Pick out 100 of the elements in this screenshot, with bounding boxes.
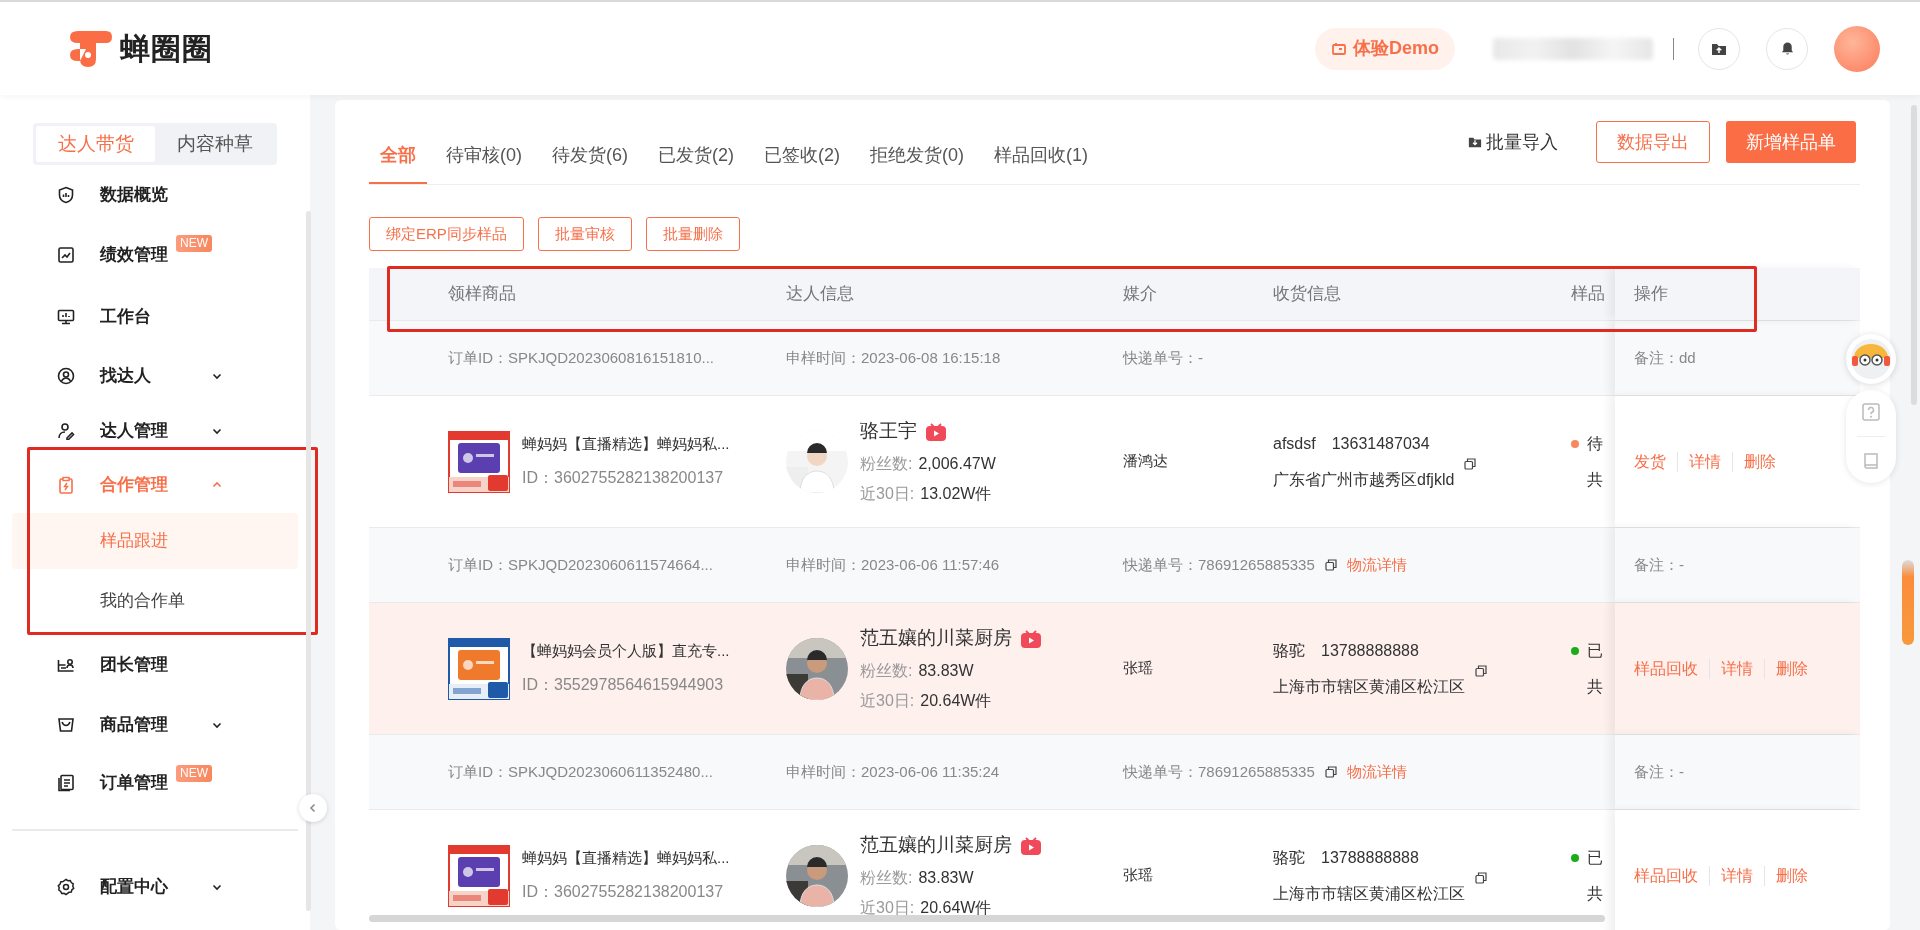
- order-id: 订单ID：SPKJQD2023060611352480...: [448, 761, 714, 782]
- scrollbar[interactable]: [1911, 105, 1917, 405]
- nav-item[interactable]: 订单管理 NEW: [0, 753, 310, 813]
- creator-name[interactable]: 骆王宇: [860, 417, 917, 446]
- bell-icon: [1779, 41, 1795, 56]
- user-edit-icon: [57, 421, 75, 440]
- creator-name[interactable]: 范五孃的川菜厨房: [860, 624, 1012, 653]
- receiver-name: 骆驼: [1273, 640, 1305, 661]
- bag-icon: [57, 716, 75, 734]
- agent-name: 张瑶: [1123, 865, 1154, 886]
- phone-number: 13631487034: [1331, 433, 1430, 454]
- book-icon[interactable]: [1861, 451, 1881, 471]
- column-header: 领样商品: [448, 284, 516, 304]
- nav-item[interactable]: 达人管理: [0, 404, 310, 457]
- nav-item[interactable]: 绩效管理 NEW: [0, 223, 310, 286]
- monitor-icon: [1331, 40, 1347, 57]
- receiver-name: afsdsf: [1273, 433, 1316, 454]
- follower-label: 粉丝数:: [860, 453, 913, 474]
- nav-item[interactable]: 找达人: [0, 348, 310, 404]
- status-text: 已: [1587, 640, 1603, 661]
- sales-label: 近30日:: [860, 483, 915, 504]
- product-id: ID：3552978564615944903: [522, 674, 725, 695]
- tracking-number: 快递单号：78691265885335: [1123, 761, 1315, 782]
- nav-item[interactable]: 团长管理: [0, 633, 310, 697]
- follower-label: 粉丝数:: [860, 660, 913, 681]
- follower-value: 2,006.47W: [918, 453, 996, 474]
- apply-time: 申样时间：2023-06-06 11:35:24: [786, 761, 1001, 782]
- nav-item[interactable]: 数据概览: [0, 167, 310, 223]
- scrollbar[interactable]: [306, 211, 311, 911]
- follower-value: 83.83W: [918, 867, 974, 888]
- address: 广东省广州市越秀区dfjkld: [1273, 469, 1455, 490]
- apply-time: 申样时间：2023-06-06 11:57:46: [786, 554, 1001, 575]
- column-header: 收货信息: [1273, 284, 1341, 304]
- follower-label: 粉丝数:: [860, 867, 913, 888]
- agent-name: 潘鸿达: [1123, 451, 1169, 472]
- nav-item[interactable]: 配置中心: [0, 859, 310, 915]
- table-row[interactable]: 蝉妈妈【直播精选】蝉妈妈私... ID：3602755282138200137 骆王宇 粉丝数: 2,006.47W 近30日: 13.02W件 潘鸿达 afsdsf 13631487034 广东省广州市越秀区dfjkld 待 共 发货 详情 删除: [369, 395, 1860, 527]
- gear-icon: [57, 878, 75, 896]
- help-icon[interactable]: [1861, 402, 1881, 422]
- product-id: ID：3602755282138200137: [522, 881, 725, 902]
- sales-value: 13.02W件: [920, 483, 992, 504]
- product-title[interactable]: 蝉妈妈【直播精选】蝉妈妈私...: [522, 847, 730, 870]
- shield-chart-icon: [57, 186, 75, 204]
- clipboard-icon: [57, 476, 75, 494]
- order-id: 订单ID：SPKJQD2023060611574664...: [448, 554, 714, 575]
- user-circle-icon: [57, 367, 75, 385]
- new-badge: NEW: [176, 235, 212, 252]
- scrollbar[interactable]: [369, 915, 1605, 922]
- table-row[interactable]: 【蝉妈妈会员个人版】直充专... ID：3552978564615944903 范五孃的川菜厨房 粉丝数: 83.83W 近30日: 20.64W件 张瑶 骆驼 13788888888 上海市市辖区黄浦区松江区 已 共 样品回收 详情 删除: [369, 602, 1860, 734]
- note-text: 备注：-: [1634, 554, 1684, 575]
- avatar[interactable]: [1834, 25, 1880, 72]
- scroll-indicator[interactable]: [1902, 560, 1914, 645]
- logo-text[interactable]: 蝉圈圈: [120, 26, 213, 71]
- tab[interactable]: 已签收(2): [753, 129, 851, 184]
- segment-tab[interactable]: 内容种草: [155, 126, 274, 162]
- nav-item[interactable]: 工作台: [0, 286, 310, 348]
- tv-icon: [1020, 835, 1042, 856]
- mascot-icon[interactable]: [1846, 334, 1896, 384]
- creator-name[interactable]: 范五孃的川菜厨房: [860, 831, 1012, 860]
- phone-number: 13788888888: [1321, 847, 1419, 868]
- copy-icon[interactable]: [1475, 871, 1487, 884]
- receiver-name: 骆驼: [1273, 847, 1305, 868]
- table-row[interactable]: 蝉妈妈【直播精选】蝉妈妈私... ID：3602755282138200137 范五孃的川菜厨房 粉丝数: 83.83W 近30日: 20.64W件 张瑶 骆驼 13788888888 上海市市辖区黄浦区松江区 已 共 样品回收 详情 删除: [369, 809, 1860, 930]
- order-id: 订单ID：SPKJQD2023060816151810...: [448, 347, 715, 368]
- total-text: 共: [1586, 469, 1604, 490]
- address: 上海市市辖区黄浦区松江区: [1273, 676, 1465, 697]
- chart-icon: [57, 245, 75, 264]
- product-id: ID：3602755282138200137: [522, 467, 725, 488]
- status-text: 待: [1587, 433, 1603, 454]
- status-text: 已: [1587, 847, 1603, 868]
- collapse-button[interactable]: [299, 794, 327, 822]
- tv-icon: [925, 421, 947, 442]
- apply-time: 申样时间：2023-06-08 16:15:18: [786, 347, 1002, 368]
- copy-icon[interactable]: [1324, 766, 1337, 778]
- tab[interactable]: 已发货(2): [647, 129, 745, 184]
- follower-value: 83.83W: [918, 660, 974, 681]
- import-link[interactable]: 批量导入: [1460, 121, 1566, 163]
- column-header: 媒介: [1123, 284, 1157, 304]
- document-icon: [57, 774, 75, 792]
- id-card-icon: [57, 656, 75, 674]
- tab[interactable]: 拒绝发货(0): [859, 129, 975, 184]
- copy-icon[interactable]: [1464, 457, 1477, 470]
- nav-subitem[interactable]: 我的合作单: [12, 573, 298, 629]
- folder-download-icon: [1468, 135, 1482, 149]
- product-title[interactable]: 【蝉妈妈会员个人版】直充专...: [522, 640, 730, 663]
- tracking-number: 快递单号：78691265885335: [1123, 554, 1315, 575]
- monitor-icon: [57, 308, 75, 326]
- nav-item[interactable]: 商品管理: [0, 697, 310, 753]
- tab[interactable]: 待发货(6): [541, 129, 639, 184]
- total-text: 共: [1586, 676, 1604, 697]
- tv-icon: [1020, 628, 1042, 649]
- chevron-left-icon: [308, 803, 318, 813]
- column-header: 达人信息: [786, 284, 854, 304]
- tab[interactable]: 样品回收(1): [983, 129, 1099, 184]
- copy-icon[interactable]: [1475, 664, 1487, 677]
- new-badge: NEW: [176, 765, 212, 782]
- tab[interactable]: 待审核(0): [435, 129, 533, 184]
- sales-value: 20.64W件: [920, 690, 992, 711]
- copy-icon[interactable]: [1324, 559, 1337, 571]
- product-title[interactable]: 蝉妈妈【直播精选】蝉妈妈私...: [522, 433, 730, 456]
